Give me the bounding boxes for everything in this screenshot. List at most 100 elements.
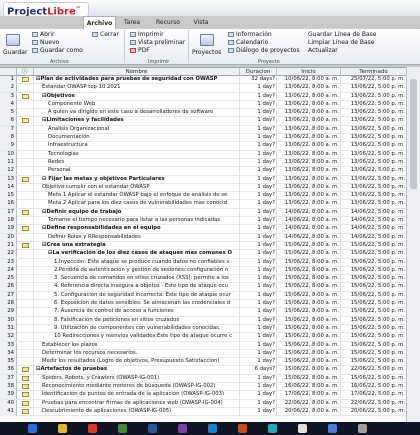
app-icon[interactable] <box>178 424 187 433</box>
task-name[interactable]: Objetivo cumplir con el estandar OWASP <box>34 183 240 192</box>
task-finish[interactable]: 15/06/22, 5:00 p. m. <box>341 242 406 250</box>
task-name[interactable]: 8. Falsificación de peticiones en sitios… <box>34 316 240 325</box>
task-name[interactable]: Analisis Organizacional <box>34 125 240 134</box>
table-row[interactable]: 2 Estandar OWASP top 10 2021 1 day? 13/06/2… <box>0 84 406 93</box>
table-row[interactable]: 34 Determinar los recursos necesarios. 1 d… <box>0 349 406 359</box>
task-duration[interactable]: 1 day? <box>240 258 277 267</box>
tab-recurso[interactable]: Recurso <box>150 16 186 29</box>
table-row[interactable]: 8 Documentación 1 day? 13/06/22, 8:00 a. m.… <box>0 134 406 143</box>
task-start[interactable]: 13/06/22, 8:00 a. m. <box>277 134 341 143</box>
task-finish[interactable]: 13/06/22, 5:00 p. m. <box>341 93 406 101</box>
task-duration[interactable]: 1 day? <box>240 150 277 159</box>
task-name[interactable]: Pruebas para encontrar firmas de aplicac… <box>34 399 240 408</box>
task-duration[interactable]: 1 day? <box>240 308 277 317</box>
table-row[interactable]: 33 Establecer los plazos 1 day? 15/06/22, 8… <box>0 341 406 350</box>
task-duration[interactable]: 1 day? <box>240 407 277 416</box>
task-start[interactable]: 14/06/22, 8:00 a. m. <box>277 208 341 217</box>
projectlibre-taskbar-icon[interactable] <box>298 424 307 433</box>
task-duration[interactable]: 6 days? <box>240 366 277 375</box>
task-duration[interactable]: 1 day? <box>240 399 277 408</box>
task-name[interactable]: Meta 1 Aplicar el estandar OWASP bajo el… <box>34 192 240 201</box>
task-start[interactable]: 15/06/22, 8:00 a. m. <box>277 349 341 358</box>
table-row[interactable]: 11 Redes 1 day? 13/06/22, 8:00 a. m. 13/06/2… <box>0 158 406 168</box>
task-finish[interactable]: 15/06/22, 5:00 p. m. <box>341 259 406 267</box>
tab-tarea[interactable]: Tarea <box>117 16 147 29</box>
task-duration[interactable]: 1 day? <box>240 391 277 400</box>
task-name[interactable]: 7. Ausencia de control de acceso a funci… <box>34 308 240 317</box>
task-start[interactable]: 15/06/22, 8:00 a. m. <box>277 266 341 275</box>
task-start[interactable]: 13/06/22, 8:00 a. m. <box>277 150 341 159</box>
task-finish[interactable]: 15/06/22, 5:00 p. m. <box>341 250 406 258</box>
task-name[interactable]: 2.Pérdida de autenticación y gestión de … <box>34 266 240 275</box>
task-finish[interactable]: 14/06/22, 5:00 p. m. <box>341 217 406 225</box>
table-row[interactable]: 28 6. Exposición de datos sensibles: Se a… <box>0 300 406 309</box>
task-name[interactable]: 3. Secuencia de comandos en sitios cruza… <box>34 275 240 284</box>
table-row[interactable]: 24 2.Pérdida de autenticación y gestión d… <box>0 266 406 276</box>
task-finish[interactable]: 15/06/22, 5:00 p. m. <box>341 267 406 275</box>
task-finish[interactable]: 14/06/22, 5:00 p. m. <box>341 234 406 242</box>
task-name[interactable]: ⊟Definir equipo de trabajo <box>34 208 240 217</box>
task-duration[interactable]: 1 day? <box>240 275 277 284</box>
task-duration[interactable]: 1 day? <box>240 349 277 358</box>
task-name[interactable]: 5. Configuración de seguridad incorrecta… <box>34 291 240 300</box>
tab-archivo[interactable]: Archivo <box>83 16 116 29</box>
task-duration[interactable]: 1 day? <box>240 266 277 275</box>
guardar-linea-base-button[interactable]: Guardar Línea de Base <box>308 31 376 38</box>
task-start[interactable]: 10/06/22, 8:00 a. m. <box>277 76 341 84</box>
task-finish[interactable]: 15/06/22, 5:00 p. m. <box>341 375 406 383</box>
task-start[interactable]: 15/06/22, 8:00 a. m. <box>277 366 341 375</box>
task-start[interactable]: 17/06/22, 8:00 a. m. <box>277 391 341 400</box>
task-finish[interactable]: 15/06/22, 5:00 p. m. <box>341 342 406 350</box>
task-start[interactable]: 13/06/22, 8:00 a. m. <box>277 167 341 176</box>
task-duration[interactable]: 1 day? <box>240 324 277 333</box>
task-name[interactable]: ⊟Limitaciones y facilidades <box>34 117 240 126</box>
task-name[interactable]: Spiders, Robots, y Crawlers (OWASP-IG-00… <box>34 374 240 383</box>
task-duration[interactable]: 1 day? <box>240 374 277 383</box>
guardar-como-button[interactable]: Guardar como <box>32 47 83 54</box>
task-start[interactable]: 20/06/22, 8:00 a. m. <box>277 407 341 416</box>
task-finish[interactable]: 15/06/22, 5:00 p. m. <box>341 325 406 333</box>
table-row[interactable]: 32 10 Redirecciones y reenvios validados:… <box>0 333 406 342</box>
task-start[interactable]: 13/06/22, 8:00 a. m. <box>277 109 341 118</box>
task-name[interactable]: Identificación de puntos de entrada de l… <box>34 391 240 400</box>
task-duration[interactable]: 1 day? <box>240 134 277 143</box>
task-finish[interactable]: 22/06/22, 5:00 p. m. <box>341 400 406 408</box>
table-row[interactable]: 20 Definir Roles y RResponsabilidades 1 da… <box>0 233 406 242</box>
task-duration[interactable]: 1 day? <box>240 217 277 226</box>
task-name[interactable]: Descubrimiento de aplicaciones (OWASP-IG… <box>34 407 240 416</box>
table-row[interactable]: 6 ⊟Limitaciones y facilidades 1 day? 13/06/… <box>0 117 406 126</box>
task-duration[interactable]: 1 day? <box>240 167 277 176</box>
task-name[interactable]: 4. Referencia directa insegura a objetos… <box>34 283 240 292</box>
task-start[interactable]: 15/06/22, 8:00 a. m. <box>277 300 341 309</box>
task-finish[interactable]: 13/06/22, 5:00 p. m. <box>341 101 406 109</box>
table-row[interactable]: 4 Componente Web 1 day? 13/06/22, 8:00 a. m… <box>0 100 406 110</box>
task-finish[interactable]: 13/06/22, 5:00 p. m. <box>341 184 406 192</box>
task-name[interactable]: Establecer los plazos <box>34 341 240 350</box>
table-row[interactable]: 41 Descubrimiento de aplicaciones (OWASP-… <box>0 407 406 417</box>
task-name[interactable]: ⊟La verificación de los diez casos de at… <box>34 250 240 259</box>
task-name[interactable]: 9. Utilización de componentes con vulner… <box>34 324 240 333</box>
task-start[interactable]: 15/06/22, 8:00 a. m. <box>277 358 341 367</box>
task-name[interactable]: Definir Roles y RResponsabilidades <box>34 233 240 242</box>
task-start[interactable]: 22/06/22, 8:00 a. m. <box>277 399 341 408</box>
task-finish[interactable]: 15/06/22, 5:00 p. m. <box>341 317 406 325</box>
task-finish[interactable]: 13/06/22, 5:00 p. m. <box>341 142 406 150</box>
task-start[interactable]: 14/06/22, 8:00 a. m. <box>277 225 341 234</box>
task-start[interactable]: 13/06/22, 8:00 a. m. <box>277 175 341 184</box>
task-finish[interactable]: 15/06/22, 5:00 p. m. <box>341 333 406 341</box>
vertical-scrollbar[interactable] <box>406 67 420 422</box>
limpiar-linea-base-button[interactable]: Limpiar Línea de Base <box>308 39 375 46</box>
task-start[interactable]: 13/06/22, 8:00 a. m. <box>277 158 341 167</box>
task-name[interactable]: ⊟Plan de actividades para pruebas de seg… <box>34 76 240 84</box>
table-row[interactable]: 21 ⊟Crea una estrategia 1 day? 15/06/22, 8:… <box>0 241 406 251</box>
table-row[interactable]: 5 A quien va dirigido en este caso a desa… <box>0 109 406 118</box>
table-row[interactable]: 3 ⊟Objetivos 1 day? 13/06/22, 8:00 a. m. 13/… <box>0 92 406 101</box>
informacion-button[interactable]: Información <box>228 31 272 38</box>
calendario-button[interactable]: Calendario <box>228 39 268 46</box>
task-name[interactable]: 6. Exposición de datos sensibles: Se alm… <box>34 300 240 309</box>
task-finish[interactable]: 13/06/22, 5:00 p. m. <box>341 159 406 167</box>
task-duration[interactable]: 1 day? <box>240 233 277 242</box>
task-start[interactable]: 13/06/22, 8:00 a. m. <box>277 200 341 209</box>
table-row[interactable]: 18 Tomarne el tiempo necesario para lista… <box>0 217 406 226</box>
task-duration[interactable]: 1 day? <box>240 117 277 126</box>
